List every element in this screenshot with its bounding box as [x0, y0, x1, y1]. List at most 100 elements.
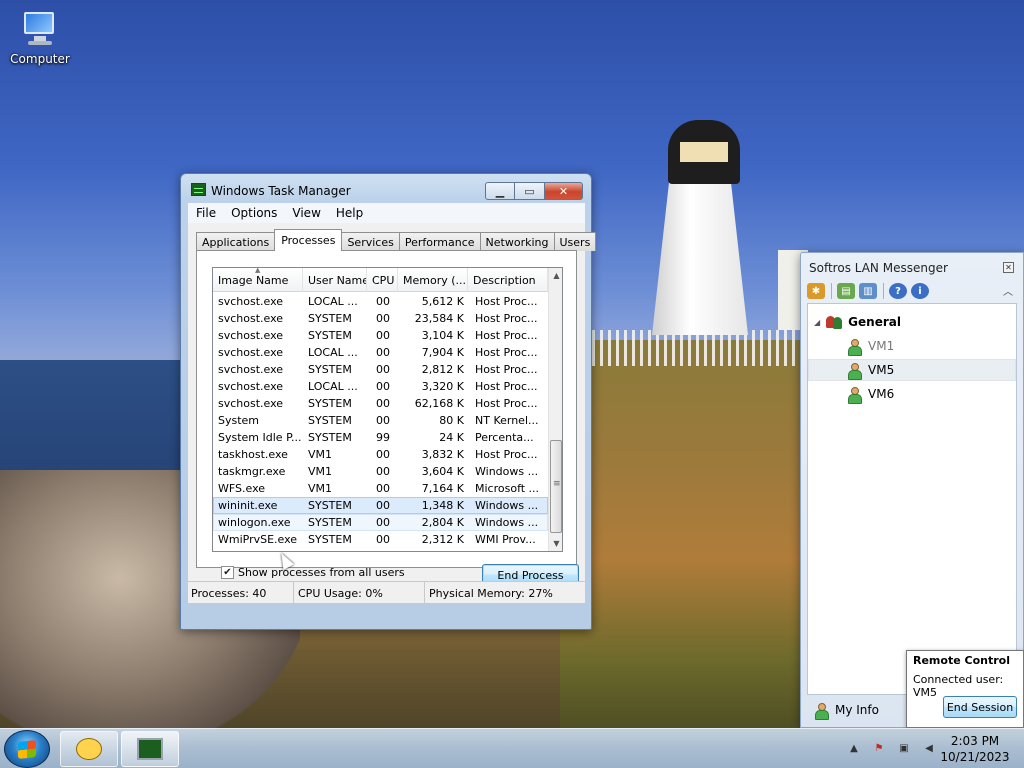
expand-triangle-icon[interactable]: ◢ — [814, 318, 820, 327]
collapse-chevron-up-icon[interactable]: ︿ — [1003, 283, 1013, 298]
column-description[interactable]: Description — [468, 268, 548, 292]
cell-user-name: VM1 — [308, 465, 333, 478]
action-center-flag-icon[interactable]: ⚑ — [871, 740, 887, 756]
user-item-vm1[interactable]: VM1 — [808, 335, 1016, 357]
show-all-processes-option[interactable]: ✔ Show processes from all users — [221, 566, 405, 579]
process-row[interactable]: svchost.exe LOCAL ... 00 5,612 K Host Proc..… — [213, 293, 548, 310]
system-tray: ▲ ⚑ ▣ ◀ — [846, 740, 946, 756]
tab-processes[interactable]: Processes — [274, 229, 343, 251]
tab-networking[interactable]: Networking — [479, 232, 555, 251]
maximize-button[interactable]: ▭ — [515, 182, 545, 200]
cell-memory: 23,584 K — [414, 312, 464, 325]
column-image-name[interactable]: ▲ Image Name — [213, 268, 303, 292]
process-row[interactable]: WmiPrvSE.exe SYSTEM 00 2,312 K WMI Prov... — [213, 531, 548, 548]
task-manager-icon — [137, 738, 163, 760]
cell-cpu: 00 — [376, 329, 390, 342]
cell-image-name: System Idle P... — [218, 431, 302, 444]
messenger-close-icon[interactable]: ✕ — [1003, 262, 1014, 273]
process-row[interactable]: svchost.exe SYSTEM 00 2,812 K Host Proc... — [213, 361, 548, 378]
status-bar: Processes: 40 CPU Usage: 0% Physical Mem… — [188, 581, 585, 604]
title-bar[interactable]: Windows Task Manager ▁ ▭ ✕ — [181, 174, 591, 204]
show-all-processes-checkbox[interactable]: ✔ — [221, 566, 234, 579]
process-row[interactable]: svchost.exe SYSTEM 00 23,584 K Host Proc... — [213, 310, 548, 327]
cell-user-name: SYSTEM — [308, 533, 352, 546]
cell-memory: 2,312 K — [421, 533, 464, 546]
process-row[interactable]: taskmgr.exe VM1 00 3,604 K Windows ... — [213, 463, 548, 480]
process-row[interactable]: WFS.exe VM1 00 7,164 K Microsoft ... — [213, 480, 548, 497]
cell-memory: 3,320 K — [421, 380, 464, 393]
my-info-button[interactable]: My Info — [807, 702, 879, 720]
tab-services[interactable]: Services — [341, 232, 400, 251]
settings-gear-icon[interactable]: ✱ — [807, 283, 825, 299]
cell-memory: 3,832 K — [421, 448, 464, 461]
taskbar-messenger-button[interactable] — [60, 731, 118, 767]
show-all-processes-label: Show processes from all users — [238, 566, 405, 579]
minimize-button[interactable]: ▁ — [485, 182, 515, 200]
tab-applications[interactable]: Applications — [196, 232, 276, 251]
cell-cpu: 00 — [376, 533, 390, 546]
cell-user-name: SYSTEM — [308, 397, 352, 410]
cell-description: WMI Prov... — [475, 533, 536, 546]
menu-view[interactable]: View — [284, 206, 327, 220]
scroll-up-icon[interactable]: ▲ — [549, 268, 562, 283]
user-list: ◢ General VM1 VM5 VM6 — [807, 303, 1017, 695]
cell-cpu: 00 — [376, 465, 390, 478]
process-row[interactable]: wininit.exe SYSTEM 00 1,348 K Windows ... — [213, 497, 548, 514]
user-item-vm6[interactable]: VM6 — [808, 383, 1016, 405]
menu-help[interactable]: Help — [328, 206, 370, 220]
scroll-down-icon[interactable]: ▼ — [549, 536, 562, 551]
process-row[interactable]: System SYSTEM 00 80 K NT Kernel... — [213, 412, 548, 429]
process-row[interactable]: svchost.exe SYSTEM 00 3,104 K Host Proc... — [213, 327, 548, 344]
show-hidden-icons-icon[interactable]: ▲ — [846, 740, 862, 756]
process-row[interactable]: svchost.exe LOCAL ... 00 7,904 K Host Proc..… — [213, 344, 548, 361]
cell-cpu: 00 — [376, 295, 390, 308]
end-session-button[interactable]: End Session — [943, 696, 1017, 718]
cell-image-name: svchost.exe — [218, 329, 284, 342]
desktop-icon-label: Computer — [10, 52, 70, 66]
network-icon[interactable]: ▣ — [896, 740, 912, 756]
menu-file[interactable]: File — [188, 206, 223, 220]
open-folder-icon[interactable]: ▤ — [837, 283, 855, 299]
process-row[interactable]: winlogon.exe SYSTEM 00 2,804 K Windows ... — [213, 514, 548, 531]
messenger-title: Softros LAN Messenger — [809, 261, 948, 275]
help-icon[interactable]: ? — [889, 283, 907, 299]
start-button[interactable] — [4, 730, 50, 768]
process-row[interactable]: System Idle P... SYSTEM 99 24 K Percenta... — [213, 429, 548, 446]
status-processes: Processes: 40 — [188, 582, 294, 604]
cell-user-name: SYSTEM — [308, 312, 352, 325]
menu-options[interactable]: Options — [223, 206, 284, 220]
user-item-vm5[interactable]: VM5 — [808, 359, 1016, 381]
close-icon: ✕ — [558, 184, 569, 198]
taskbar-clock[interactable]: 2:03 PM 10/21/2023 — [938, 733, 1012, 765]
column-cpu[interactable]: CPU — [367, 268, 398, 292]
volume-muted-icon[interactable]: ◀ — [921, 740, 937, 756]
tab-users[interactable]: Users — [553, 232, 597, 251]
cell-image-name: System — [218, 414, 260, 427]
cell-user-name: VM1 — [308, 482, 333, 495]
cell-image-name: svchost.exe — [218, 295, 284, 308]
minimize-icon: ▁ — [495, 184, 505, 198]
cell-memory: 1,348 K — [421, 499, 464, 512]
cell-description: Percenta... — [475, 431, 534, 444]
close-button[interactable]: ✕ — [545, 182, 583, 200]
process-list[interactable]: ▲ Image Name User Name CPU Memory (... D… — [212, 267, 563, 552]
cell-user-name: SYSTEM — [308, 414, 352, 427]
process-row[interactable]: svchost.exe LOCAL ... 00 3,320 K Host Proc..… — [213, 378, 548, 395]
cell-cpu: 00 — [376, 346, 390, 359]
message-history-icon[interactable]: ▥ — [859, 283, 877, 299]
column-user-name[interactable]: User Name — [303, 268, 367, 292]
toolbar-separator — [883, 283, 884, 299]
group-general[interactable]: ◢ General — [814, 315, 901, 329]
tab-performance[interactable]: Performance — [398, 232, 481, 251]
taskbar-task-manager-button[interactable] — [121, 731, 179, 767]
column-memory[interactable]: Memory (... — [398, 268, 468, 292]
process-list-scrollbar[interactable]: ▲ ▼ — [548, 268, 562, 551]
my-info-label: My Info — [835, 703, 879, 717]
status-physical-memory: Physical Memory: 27% — [429, 586, 553, 600]
scroll-thumb[interactable] — [550, 440, 562, 533]
process-row[interactable]: taskhost.exe VM1 00 3,832 K Host Proc... — [213, 446, 548, 463]
info-icon[interactable]: i — [911, 283, 929, 299]
cell-description: Windows ... — [475, 499, 539, 512]
process-row[interactable]: svchost.exe SYSTEM 00 62,168 K Host Proc... — [213, 395, 548, 412]
desktop-icon-computer[interactable]: Computer — [8, 8, 72, 66]
